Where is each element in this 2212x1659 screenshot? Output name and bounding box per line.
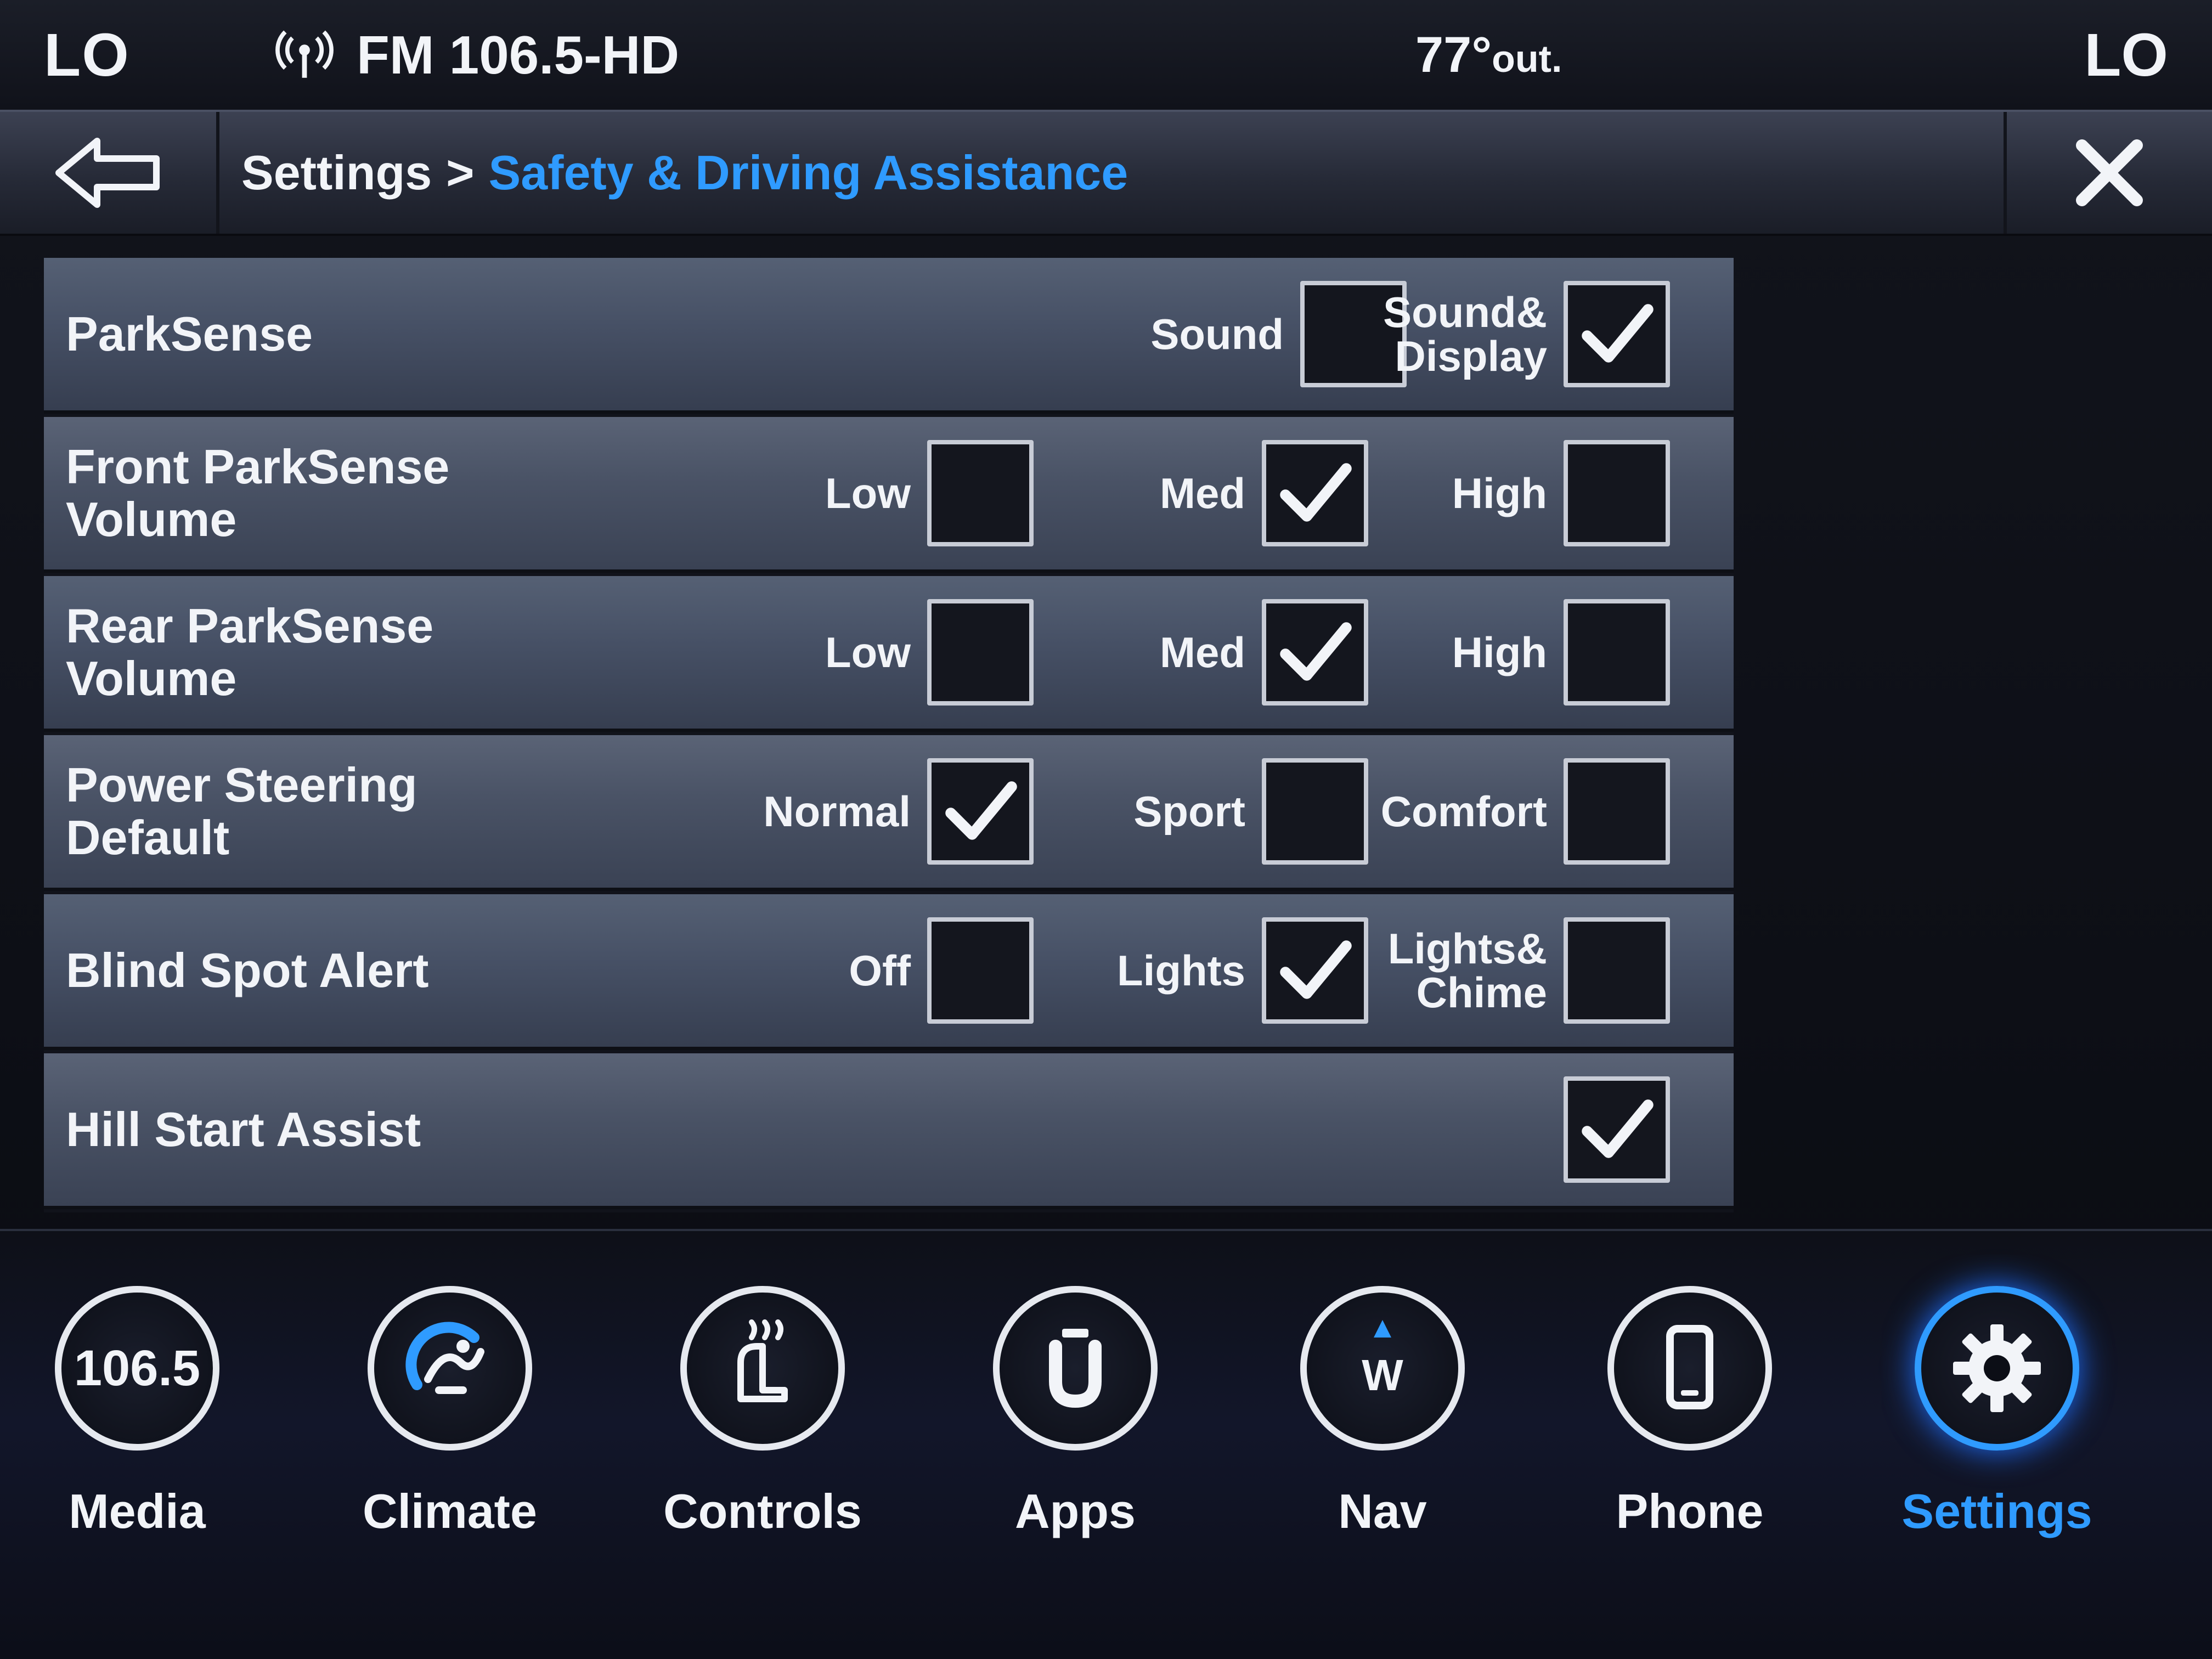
setting-label: Front ParkSense Volume <box>66 439 450 546</box>
setting-label: Rear ParkSense Volume <box>66 599 434 706</box>
settings-list: ParkSense Sound Sound& Display Front Par… <box>44 258 1734 1212</box>
nav-label: Climate <box>363 1484 537 1538</box>
driver-temp-setting[interactable]: LO <box>44 20 130 90</box>
bottom-nav-bar: 106.5 Media Climate Controls Apps W Nav … <box>0 1229 2212 1659</box>
page-title: Safety & Driving Assistance <box>488 145 1128 200</box>
setting-label: ParkSense <box>66 307 313 361</box>
option-label: Sport <box>1133 787 1245 836</box>
option-label: Sound& Display <box>1383 288 1547 380</box>
setting-row-rear-parksense-volume: Rear ParkSense Volume Low Med High <box>44 576 1734 732</box>
checkbox-front-volume-high[interactable] <box>1564 440 1670 546</box>
nav-apps[interactable]: Apps <box>955 1264 1196 1626</box>
option-label: Low <box>825 469 911 517</box>
checkbox-rear-volume-med[interactable] <box>1262 599 1368 706</box>
nav-label: Settings <box>1901 1484 2092 1538</box>
radio-station: FM 106.5-HD <box>357 24 680 85</box>
media-icon: 106.5 <box>55 1286 219 1451</box>
checkbox-front-volume-low[interactable] <box>927 440 1034 546</box>
setting-label: Blind Spot Alert <box>66 943 429 997</box>
checkbox-rear-volume-high[interactable] <box>1564 599 1670 706</box>
climate-icon <box>368 1286 532 1451</box>
breadcrumb: Settings > Safety & Driving Assistance <box>241 112 1128 234</box>
setting-row-hill-start-assist: Hill Start Assist <box>44 1053 1734 1209</box>
setting-row-blind-spot-alert: Blind Spot Alert Off Lights Lights& Chim… <box>44 894 1734 1050</box>
option-label: Comfort <box>1380 787 1547 836</box>
apps-icon <box>993 1286 1158 1451</box>
setting-row-front-parksense-volume: Front ParkSense Volume Low Med High <box>44 417 1734 573</box>
checkmark-icon <box>1280 463 1352 522</box>
setting-label: Power Steering Default <box>66 758 417 865</box>
media-icon-text: 106.5 <box>74 1340 201 1396</box>
option-label: Med <box>1160 469 1245 517</box>
radio-status[interactable]: FM 106.5-HD <box>274 24 679 86</box>
setting-label: Hill Start Assist <box>66 1102 421 1156</box>
temp-value: 77° <box>1415 26 1492 83</box>
nav-climate[interactable]: Climate <box>329 1264 571 1626</box>
status-bar: LO FM 106.5-HD 77°out. LO <box>0 0 2212 110</box>
back-button[interactable] <box>0 112 219 234</box>
checkbox-rear-volume-low[interactable] <box>927 599 1034 706</box>
checkbox-blind-spot-off[interactable] <box>927 917 1034 1024</box>
broadcast-icon <box>275 30 334 78</box>
checkmark-icon <box>1280 940 1352 999</box>
checkbox-blind-spot-lights[interactable] <box>1262 917 1368 1024</box>
checkmark-icon <box>1280 622 1352 681</box>
checkbox-hill-start-assist[interactable] <box>1564 1076 1670 1183</box>
nav-label: Controls <box>663 1484 862 1538</box>
nav-label: Phone <box>1616 1484 1764 1538</box>
setting-row-power-steering-default: Power Steering Default Normal Sport Comf… <box>44 735 1734 891</box>
option-label: Sound <box>1150 310 1284 358</box>
phone-icon <box>1607 1286 1772 1451</box>
checkmark-icon <box>945 781 1017 840</box>
close-button[interactable] <box>2004 112 2212 234</box>
uconnect-screen: LO FM 106.5-HD 77°out. LO Settings > Saf… <box>0 0 2212 1659</box>
nav-nav[interactable]: W Nav <box>1262 1264 1503 1626</box>
setting-row-parksense: ParkSense Sound Sound& Display <box>44 258 1734 414</box>
checkbox-blind-spot-lights-chime[interactable] <box>1564 917 1670 1024</box>
checkmark-icon <box>1582 1099 1654 1158</box>
checkbox-steering-sport[interactable] <box>1262 758 1368 865</box>
option-label: Lights& Chime <box>1387 924 1547 1017</box>
option-label: High <box>1452 469 1547 517</box>
checkbox-steering-comfort[interactable] <box>1564 758 1670 865</box>
option-label: Off <box>849 946 911 995</box>
breadcrumb-root[interactable]: Settings <box>241 145 432 201</box>
nav-compass-letter: W <box>1362 1351 1403 1400</box>
option-label: Normal <box>763 787 911 836</box>
nav-compass-icon: W <box>1300 1286 1465 1451</box>
passenger-temp-setting[interactable]: LO <box>2084 20 2168 90</box>
page-header: Settings > Safety & Driving Assistance <box>0 110 2212 236</box>
option-label: Med <box>1160 628 1245 676</box>
settings-gear-icon <box>1915 1286 2079 1451</box>
option-label: Low <box>825 628 911 676</box>
temp-suffix: out. <box>1492 37 1562 80</box>
nav-media[interactable]: 106.5 Media <box>16 1264 258 1626</box>
outside-temperature: 77°out. <box>1415 26 1562 84</box>
nav-label: Apps <box>1015 1484 1136 1538</box>
checkmark-icon <box>1582 304 1654 363</box>
back-arrow-icon <box>55 138 160 208</box>
option-label: High <box>1452 628 1547 676</box>
nav-settings[interactable]: Settings <box>1876 1264 2118 1626</box>
checkbox-front-volume-med[interactable] <box>1262 440 1368 546</box>
checkbox-parksense-sound-display[interactable] <box>1564 281 1670 387</box>
nav-phone[interactable]: Phone <box>1569 1264 1810 1626</box>
breadcrumb-separator: > <box>446 145 475 200</box>
nav-controls[interactable]: Controls <box>642 1264 883 1626</box>
option-label: Lights <box>1117 946 1245 995</box>
close-icon <box>2076 139 2143 206</box>
nav-label: Nav <box>1338 1484 1427 1538</box>
checkbox-steering-normal[interactable] <box>927 758 1034 865</box>
nav-label: Media <box>69 1484 206 1538</box>
controls-icon <box>680 1286 845 1451</box>
